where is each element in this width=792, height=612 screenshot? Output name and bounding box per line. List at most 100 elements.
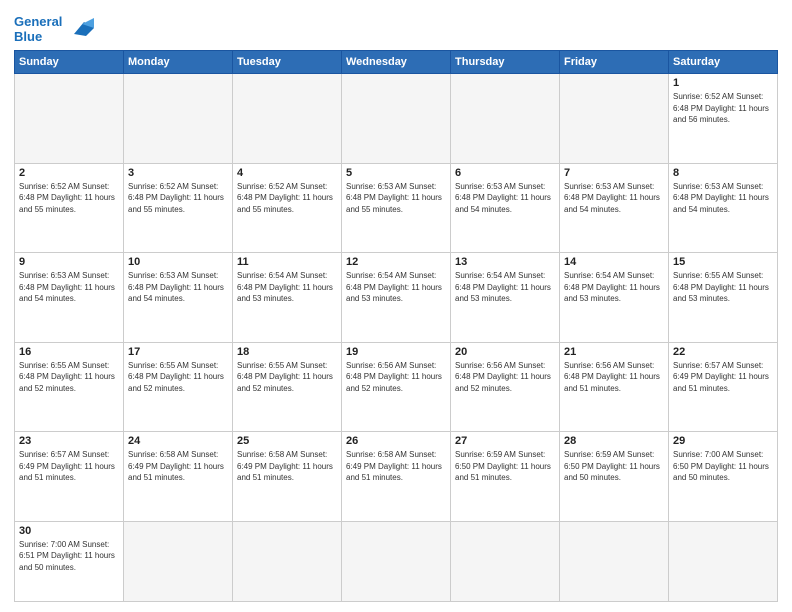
day-info: Sunrise: 6:58 AM Sunset: 6:49 PM Dayligh… <box>128 449 228 484</box>
day-number: 20 <box>455 346 555 358</box>
day-info: Sunrise: 6:53 AM Sunset: 6:48 PM Dayligh… <box>455 181 555 216</box>
day-info: Sunrise: 6:53 AM Sunset: 6:48 PM Dayligh… <box>19 270 119 305</box>
day-info: Sunrise: 7:00 AM Sunset: 6:51 PM Dayligh… <box>19 539 119 574</box>
day-number: 14 <box>564 256 664 268</box>
calendar-cell: 5 Sunrise: 6:53 AM Sunset: 6:48 PM Daylig… <box>342 163 451 253</box>
calendar-cell <box>124 521 233 601</box>
day-number: 22 <box>673 346 773 358</box>
day-number: 10 <box>128 256 228 268</box>
day-number: 11 <box>237 256 337 268</box>
day-info: Sunrise: 6:54 AM Sunset: 6:48 PM Dayligh… <box>455 270 555 305</box>
day-number: 26 <box>346 435 446 447</box>
calendar-cell <box>451 74 560 164</box>
day-info: Sunrise: 6:55 AM Sunset: 6:48 PM Dayligh… <box>19 360 119 395</box>
day-number: 18 <box>237 346 337 358</box>
day-number: 17 <box>128 346 228 358</box>
day-info: Sunrise: 6:59 AM Sunset: 6:50 PM Dayligh… <box>455 449 555 484</box>
calendar-cell <box>342 74 451 164</box>
day-info: Sunrise: 6:56 AM Sunset: 6:48 PM Dayligh… <box>346 360 446 395</box>
day-number: 30 <box>19 525 119 537</box>
calendar-cell: 17Sunrise: 6:55 AM Sunset: 6:48 PM Dayli… <box>124 342 233 432</box>
weekday-header: Thursday <box>451 51 560 74</box>
day-info: Sunrise: 6:52 AM Sunset: 6:48 PM Dayligh… <box>237 181 337 216</box>
calendar-cell <box>451 521 560 601</box>
day-number: 15 <box>673 256 773 268</box>
calendar-cell: 10Sunrise: 6:53 AM Sunset: 6:48 PM Dayli… <box>124 253 233 343</box>
logo-blue: Blue <box>14 29 42 44</box>
day-info: Sunrise: 6:57 AM Sunset: 6:49 PM Dayligh… <box>673 360 773 395</box>
calendar-cell: 19 Sunrise: 6:56 AM Sunset: 6:48 PM Dayli… <box>342 342 451 432</box>
day-info: Sunrise: 6:52 AM Sunset: 6:48 PM Dayligh… <box>673 91 773 126</box>
page: GeneralBlue SundayMondayTuesdayWednesday… <box>0 0 792 612</box>
day-number: 28 <box>564 435 664 447</box>
logo-text: GeneralBlue <box>14 14 62 44</box>
day-number: 12 <box>346 256 446 268</box>
header: GeneralBlue <box>14 10 778 44</box>
day-number: 13 <box>455 256 555 268</box>
calendar-cell <box>124 74 233 164</box>
calendar-cell: 24 Sunrise: 6:58 AM Sunset: 6:49 PM Dayli… <box>124 432 233 522</box>
calendar-cell: 13 Sunrise: 6:54 AM Sunset: 6:48 PM Dayli… <box>451 253 560 343</box>
day-info: Sunrise: 6:53 AM Sunset: 6:48 PM Dayligh… <box>564 181 664 216</box>
weekday-header: Monday <box>124 51 233 74</box>
day-number: 19 <box>346 346 446 358</box>
day-info: Sunrise: 6:58 AM Sunset: 6:49 PM Dayligh… <box>346 449 446 484</box>
calendar-cell: 9 Sunrise: 6:53 AM Sunset: 6:48 PM Daylig… <box>15 253 124 343</box>
day-info: Sunrise: 6:54 AM Sunset: 6:48 PM Dayligh… <box>564 270 664 305</box>
weekday-header: Friday <box>560 51 669 74</box>
day-number: 25 <box>237 435 337 447</box>
calendar-cell: 14 Sunrise: 6:54 AM Sunset: 6:48 PM Dayli… <box>560 253 669 343</box>
day-number: 6 <box>455 167 555 179</box>
calendar-cell: 1Sunrise: 6:52 AM Sunset: 6:48 PM Daylig… <box>669 74 778 164</box>
day-info: Sunrise: 6:59 AM Sunset: 6:50 PM Dayligh… <box>564 449 664 484</box>
day-number: 21 <box>564 346 664 358</box>
calendar-cell: 7 Sunrise: 6:53 AM Sunset: 6:48 PM Daylig… <box>560 163 669 253</box>
calendar-cell: 29 Sunrise: 7:00 AM Sunset: 6:50 PM Dayli… <box>669 432 778 522</box>
calendar-cell: 16Sunrise: 6:55 AM Sunset: 6:48 PM Dayli… <box>15 342 124 432</box>
calendar-cell <box>669 521 778 601</box>
day-info: Sunrise: 6:57 AM Sunset: 6:49 PM Dayligh… <box>19 449 119 484</box>
day-info: Sunrise: 6:55 AM Sunset: 6:48 PM Dayligh… <box>673 270 773 305</box>
calendar-cell <box>560 521 669 601</box>
day-number: 8 <box>673 167 773 179</box>
calendar-cell <box>233 74 342 164</box>
day-number: 29 <box>673 435 773 447</box>
weekday-header: Sunday <box>15 51 124 74</box>
day-info: Sunrise: 6:58 AM Sunset: 6:49 PM Dayligh… <box>237 449 337 484</box>
calendar-cell <box>233 521 342 601</box>
day-number: 5 <box>346 167 446 179</box>
calendar-cell: 4 Sunrise: 6:52 AM Sunset: 6:48 PM Daylig… <box>233 163 342 253</box>
calendar-cell: 11Sunrise: 6:54 AM Sunset: 6:48 PM Dayli… <box>233 253 342 343</box>
calendar-cell: 27 Sunrise: 6:59 AM Sunset: 6:50 PM Dayli… <box>451 432 560 522</box>
calendar-cell <box>15 74 124 164</box>
day-number: 4 <box>237 167 337 179</box>
calendar-cell: 21 Sunrise: 6:56 AM Sunset: 6:48 PM Dayli… <box>560 342 669 432</box>
weekday-header: Tuesday <box>233 51 342 74</box>
calendar-cell: 2Sunrise: 6:52 AM Sunset: 6:48 PM Daylig… <box>15 163 124 253</box>
day-number: 24 <box>128 435 228 447</box>
day-info: Sunrise: 6:53 AM Sunset: 6:48 PM Dayligh… <box>673 181 773 216</box>
calendar-cell: 22 Sunrise: 6:57 AM Sunset: 6:49 PM Dayli… <box>669 342 778 432</box>
day-number: 27 <box>455 435 555 447</box>
day-number: 23 <box>19 435 119 447</box>
calendar-cell: 26 Sunrise: 6:58 AM Sunset: 6:49 PM Dayli… <box>342 432 451 522</box>
calendar-cell: 12 Sunrise: 6:54 AM Sunset: 6:48 PM Dayli… <box>342 253 451 343</box>
day-info: Sunrise: 7:00 AM Sunset: 6:50 PM Dayligh… <box>673 449 773 484</box>
day-info: Sunrise: 6:56 AM Sunset: 6:48 PM Dayligh… <box>455 360 555 395</box>
calendar-cell: 30 Sunrise: 7:00 AM Sunset: 6:51 PM Dayli… <box>15 521 124 601</box>
calendar-cell: 18Sunrise: 6:55 AM Sunset: 6:48 PM Dayli… <box>233 342 342 432</box>
calendar-cell: 25 Sunrise: 6:58 AM Sunset: 6:49 PM Dayli… <box>233 432 342 522</box>
day-number: 2 <box>19 167 119 179</box>
day-number: 9 <box>19 256 119 268</box>
day-info: Sunrise: 6:53 AM Sunset: 6:48 PM Dayligh… <box>346 181 446 216</box>
calendar-cell: 28 Sunrise: 6:59 AM Sunset: 6:50 PM Dayli… <box>560 432 669 522</box>
calendar-cell: 8 Sunrise: 6:53 AM Sunset: 6:48 PM Daylig… <box>669 163 778 253</box>
calendar-cell: 23 Sunrise: 6:57 AM Sunset: 6:49 PM Dayli… <box>15 432 124 522</box>
logo: GeneralBlue <box>14 10 98 44</box>
day-info: Sunrise: 6:54 AM Sunset: 6:48 PM Dayligh… <box>346 270 446 305</box>
day-info: Sunrise: 6:56 AM Sunset: 6:48 PM Dayligh… <box>564 360 664 395</box>
calendar-cell: 6 Sunrise: 6:53 AM Sunset: 6:48 PM Daylig… <box>451 163 560 253</box>
calendar-table: SundayMondayTuesdayWednesdayThursdayFrid… <box>14 50 778 602</box>
calendar-cell: 15 Sunrise: 6:55 AM Sunset: 6:48 PM Dayli… <box>669 253 778 343</box>
day-number: 7 <box>564 167 664 179</box>
